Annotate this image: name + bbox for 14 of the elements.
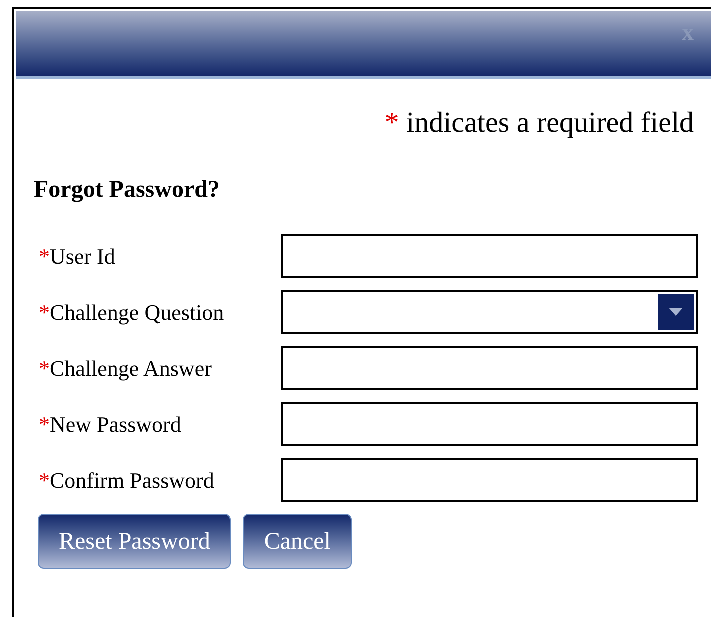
reset-password-button[interactable]: Reset Password bbox=[38, 514, 232, 569]
input-field[interactable] bbox=[281, 458, 698, 502]
form-heading: Forgot Password? bbox=[34, 177, 220, 203]
field-label: *Challenge Question bbox=[39, 298, 226, 327]
select-field[interactable] bbox=[281, 290, 698, 334]
input-field[interactable] bbox=[281, 234, 698, 278]
required-note: * indicates a required field bbox=[384, 109, 694, 138]
cancel-button[interactable]: Cancel bbox=[243, 514, 352, 569]
input-field[interactable] bbox=[281, 402, 698, 446]
input-field[interactable] bbox=[281, 346, 698, 390]
field-label: *Challenge Answer bbox=[39, 354, 213, 383]
field-label: *User Id bbox=[39, 242, 116, 270]
field-label: *New Password bbox=[39, 410, 182, 438]
field-label: *Confirm Password bbox=[39, 466, 216, 494]
